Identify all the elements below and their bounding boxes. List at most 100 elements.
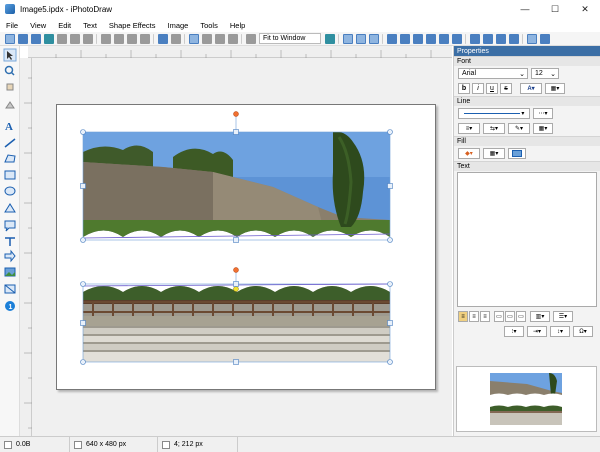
menu-tools[interactable]: Tools	[194, 21, 224, 30]
valign-bottom-button[interactable]: ▭	[516, 311, 526, 322]
print-icon[interactable]	[56, 33, 67, 44]
arrow-style-button[interactable]: ⇆▾	[483, 123, 505, 134]
align-middle-icon[interactable]	[438, 33, 449, 44]
line-style-select[interactable]: ▾	[458, 108, 530, 119]
menu-image[interactable]: Image	[161, 21, 194, 30]
line-sample-icon	[463, 113, 520, 114]
fill-pattern-button[interactable]: ▦▾	[483, 148, 505, 159]
menu-view[interactable]: View	[24, 21, 52, 30]
line-dash-select[interactable]: ⋯▾	[533, 108, 553, 119]
svg-text:A: A	[5, 121, 13, 133]
group-icon[interactable]	[495, 33, 506, 44]
zoom-out-icon[interactable]	[245, 33, 256, 44]
bring-front-icon[interactable]	[469, 33, 480, 44]
align-top-icon[interactable]	[425, 33, 436, 44]
columns-button[interactable]: ▥▾	[530, 311, 550, 322]
pen-icon: ✎▾	[514, 126, 524, 132]
align-bottom-icon[interactable]	[451, 33, 462, 44]
pdf-icon[interactable]	[227, 33, 238, 44]
font-style-row: b i u s A▾ ▦▾	[454, 81, 600, 96]
spacing-button[interactable]: ↕▾	[550, 326, 570, 337]
fill-section-header[interactable]: Fill	[454, 136, 600, 146]
zoom-select[interactable]: Fit to Window	[259, 33, 321, 44]
globe-icon[interactable]	[43, 33, 54, 44]
resize-handles[interactable]	[80, 281, 393, 365]
horizontal-ruler	[28, 46, 452, 58]
undo-icon[interactable]	[69, 33, 80, 44]
valign-top-icon: ▭	[496, 314, 502, 320]
align-center-icon[interactable]	[399, 33, 410, 44]
valign-top-button[interactable]: ▭	[494, 311, 504, 322]
line-width-icon: ≡▾	[465, 126, 473, 132]
valign-middle-button[interactable]: ▭	[505, 311, 515, 322]
text-section-header[interactable]: Text	[454, 161, 600, 171]
actual-size-icon[interactable]	[368, 33, 379, 44]
list-button[interactable]: ☰▾	[553, 311, 573, 322]
title-bar: Image5.ipdx - iPhotoDraw — ☐ ✕	[0, 0, 600, 18]
align-right-text-button[interactable]: ≡	[480, 311, 490, 322]
send-back-icon[interactable]	[482, 33, 493, 44]
menu-text[interactable]: Text	[77, 21, 103, 30]
navigator-thumbnail[interactable]	[456, 366, 597, 432]
line-width-button[interactable]: ≡▾	[458, 123, 480, 134]
triangle-tool-icon	[4, 203, 16, 213]
edit-icon[interactable]	[188, 33, 199, 44]
status-cursor-cell: 4; 212 px	[158, 436, 238, 452]
font-section-header[interactable]: Font	[454, 56, 600, 66]
redo-icon[interactable]	[82, 33, 93, 44]
close-button[interactable]: ✕	[570, 0, 600, 18]
italic-button[interactable]: i	[472, 83, 484, 94]
font-name-select[interactable]: Arial ⌄	[458, 68, 528, 79]
ellipse-tool-icon	[4, 186, 16, 196]
line-color-button[interactable]: ✎▾	[508, 123, 530, 134]
menu-shape-effects[interactable]: Shape Effects	[103, 21, 162, 30]
fill-color-button[interactable]: ◆▾	[458, 148, 480, 159]
indent-button[interactable]: ⇥▾	[527, 326, 547, 337]
exit-icon[interactable]	[539, 33, 550, 44]
ungroup-icon[interactable]	[508, 33, 519, 44]
line-grid-button[interactable]: ▦▾	[533, 123, 553, 134]
fill-image-button[interactable]	[508, 148, 526, 159]
text-content-area[interactable]	[457, 172, 597, 307]
line-section-header[interactable]: Line	[454, 96, 600, 106]
fit-width-icon[interactable]	[355, 33, 366, 44]
canvas-area[interactable]	[32, 58, 452, 436]
copy-icon[interactable]	[113, 33, 124, 44]
open-file-icon[interactable]	[17, 33, 28, 44]
zoom-in-icon[interactable]	[324, 33, 335, 44]
resize-handles[interactable]	[80, 129, 393, 243]
menu-edit[interactable]: Edit	[52, 21, 77, 30]
text-align-button[interactable]: ▦▾	[545, 83, 565, 94]
cut-icon[interactable]	[100, 33, 111, 44]
align-right-icon[interactable]	[412, 33, 423, 44]
font-size-select[interactable]: 12 ⌄	[531, 68, 559, 79]
brush-icon[interactable]	[201, 33, 212, 44]
bullets-button[interactable]: ⁝▾	[504, 326, 524, 337]
menu-help[interactable]: Help	[224, 21, 251, 30]
paint-bucket-icon[interactable]	[214, 33, 225, 44]
align-left-icon[interactable]	[386, 33, 397, 44]
align-left-text-button[interactable]: ≡	[458, 311, 468, 322]
strikethrough-button[interactable]: s	[500, 83, 512, 94]
delete-icon[interactable]	[139, 33, 150, 44]
rotate-icon[interactable]	[157, 33, 168, 44]
fit-page-icon[interactable]	[342, 33, 353, 44]
bold-button[interactable]: b	[458, 83, 470, 94]
minimize-button[interactable]: —	[510, 0, 540, 18]
save-icon[interactable]	[30, 33, 41, 44]
flip-icon[interactable]	[170, 33, 181, 44]
symbol-button[interactable]: Ω▾	[573, 326, 593, 337]
rotate-handle[interactable]	[233, 267, 239, 273]
underline-button[interactable]: u	[486, 83, 498, 94]
maximize-button[interactable]: ☐	[540, 0, 570, 18]
status-bar: 0.0B 640 x 480 px 4; 212 px	[0, 436, 600, 452]
align-center-text-button[interactable]: ≡	[469, 311, 479, 322]
rotate-handle[interactable]	[233, 111, 239, 117]
properties-icon[interactable]	[526, 33, 537, 44]
arrow-tool-icon	[4, 249, 16, 263]
text-align-row: ≡ ≡ ≡ ▭ ▭ ▭ ▥▾ ☰▾	[454, 309, 600, 324]
paste-icon[interactable]	[126, 33, 137, 44]
menu-file[interactable]: File	[0, 21, 24, 30]
font-color-button[interactable]: A▾	[520, 83, 542, 94]
new-file-icon[interactable]	[4, 33, 15, 44]
